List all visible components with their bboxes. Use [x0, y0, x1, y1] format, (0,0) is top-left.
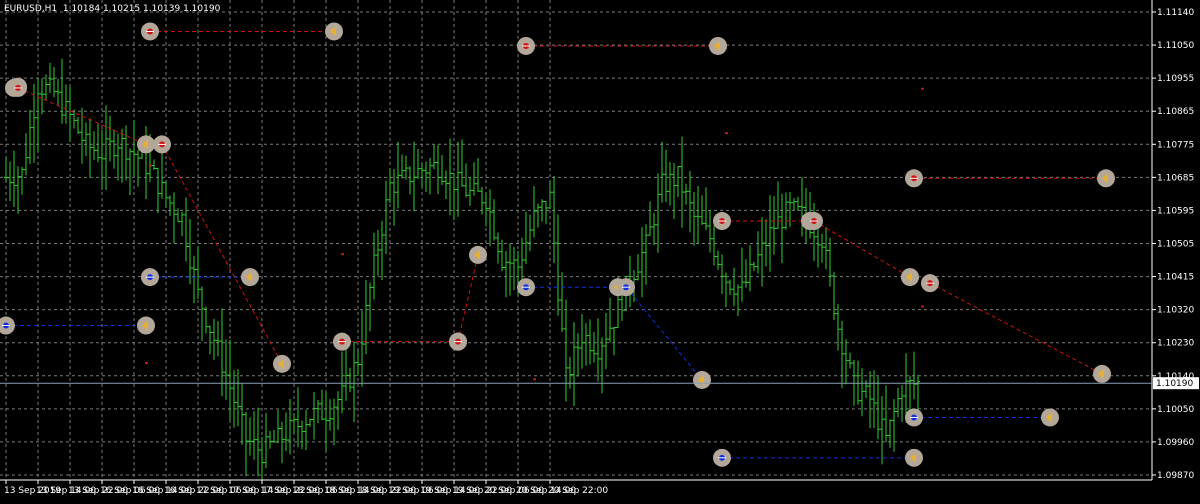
y-tick-label: 1.10505: [1157, 240, 1194, 250]
trade-line: [457, 254, 479, 342]
trade-line: [929, 282, 1103, 375]
symbol-timeframe: EURUSD,H1: [4, 4, 58, 14]
y-tick-label: 1.10955: [1157, 74, 1194, 84]
chart-canvas[interactable]: 1.11140 1.11050 1.10955 1.10865 1.10775 1.106…: [0, 0, 1200, 500]
order-dot: [921, 87, 924, 90]
order-dot: [145, 362, 148, 365]
ohlc-values: 1.10184 1.10215 1.10139 1.10190: [62, 4, 221, 14]
axes: 1.11140 1.11050 1.10955 1.10865 1.10775 1.106…: [0, 0, 1199, 496]
y-tick-label: 1.11140: [1157, 8, 1194, 18]
trade-line: [625, 286, 703, 381]
y-tick-label: 1.10595: [1157, 206, 1194, 216]
y-tick-label: 1.10415: [1157, 273, 1194, 283]
x-tick-label: 20 Sep 22:00: [548, 486, 608, 496]
order-dot: [149, 164, 152, 167]
grid: [0, 0, 1152, 480]
trade-lines: [6, 30, 1106, 459]
y-tick-label: 1.09960: [1157, 438, 1194, 448]
trade-line: [813, 220, 911, 278]
price-chart[interactable]: 1.11140 1.11050 1.10955 1.10865 1.10775 1.106…: [0, 0, 1200, 500]
price-bars: [4, 58, 920, 480]
y-tick-label: 1.09870: [1157, 471, 1194, 481]
y-tick-label: 1.10050: [1157, 405, 1194, 415]
y-tick-label: 1.11050: [1157, 41, 1194, 51]
y-tick-label: 1.10685: [1157, 173, 1194, 183]
order-dot: [921, 305, 924, 308]
y-tick-label: 1.10320: [1157, 306, 1194, 316]
order-dot: [341, 253, 344, 256]
y-tick-label: 1.10865: [1157, 107, 1194, 117]
chart-title: EURUSD,H1 1.10184 1.10215 1.10139 1.1019…: [4, 4, 220, 14]
y-tick-label: 1.10230: [1157, 339, 1194, 349]
order-dot: [533, 378, 536, 381]
current-price-label: 1.10190: [1156, 379, 1193, 389]
y-tick-label: 1.10775: [1157, 140, 1194, 150]
order-dot: [725, 132, 728, 135]
